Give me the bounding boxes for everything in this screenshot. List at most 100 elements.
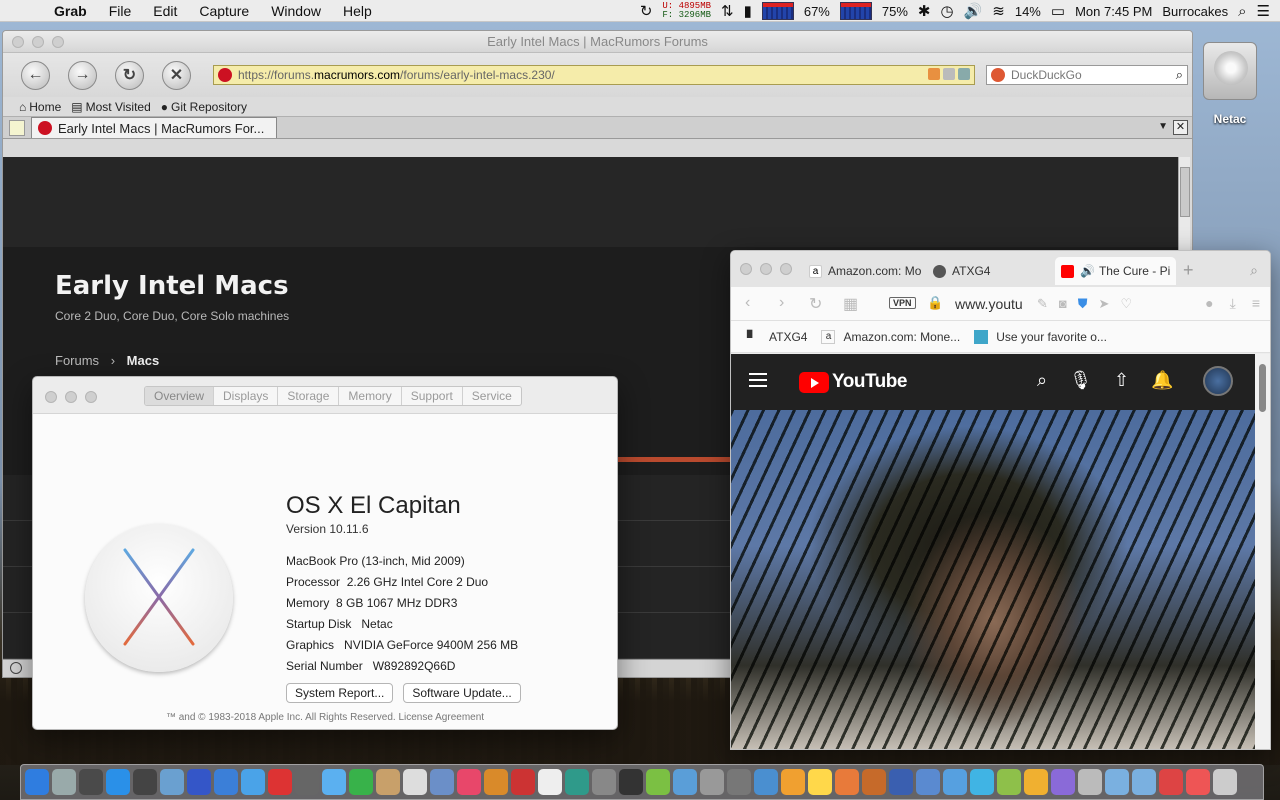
video-player[interactable] [731, 410, 1257, 749]
close-tab-icon[interactable]: ✕ [1173, 120, 1188, 135]
dock-app-icon[interactable] [430, 769, 454, 795]
cpu-graph-1-icon[interactable] [761, 2, 794, 20]
dock-app-icon[interactable] [52, 769, 76, 795]
close-button[interactable] [45, 391, 57, 403]
dock-app-icon[interactable] [160, 769, 184, 795]
network-arrows-icon[interactable]: ⇅ [721, 2, 734, 20]
zoom-button[interactable] [780, 263, 792, 275]
forward-icon[interactable]: › [779, 294, 784, 312]
browser-titlebar[interactable]: Early Intel Macs | MacRumors Forums [3, 31, 1192, 53]
download-icon[interactable]: ⤓ [1230, 295, 1236, 312]
dock-app-icon[interactable] [700, 769, 724, 795]
volume-icon[interactable]: 🔊 [964, 2, 983, 20]
back-button[interactable]: ← [21, 60, 50, 90]
dock-app-icon[interactable] [592, 769, 616, 795]
dock-app-icon[interactable] [835, 769, 859, 795]
dock-app-icon[interactable] [106, 769, 130, 795]
dock-app-icon[interactable] [376, 769, 400, 795]
sync-icon[interactable]: ↻ [640, 2, 653, 20]
search-input[interactable]: DuckDuckGo ⌕ [986, 65, 1188, 85]
menu-file[interactable]: File [109, 3, 132, 19]
dock-app-icon[interactable] [484, 769, 508, 795]
desktop-drive-netac[interactable]: Netac [1196, 42, 1264, 126]
dock-app-icon[interactable] [943, 769, 967, 795]
traffic-light-icon[interactable]: ▮ [744, 2, 752, 20]
zoom-button[interactable] [52, 36, 64, 48]
dock-app-icon[interactable] [1051, 769, 1075, 795]
edit-icon[interactable] [943, 68, 955, 80]
bookmark-amazon[interactable]: a Amazon.com: Mone... [821, 329, 960, 344]
dock-app-icon[interactable] [1159, 769, 1183, 795]
reload-button[interactable]: ↻ [115, 60, 144, 90]
menu-window[interactable]: Window [271, 3, 321, 19]
dock-app-icon[interactable] [187, 769, 211, 795]
dock-app-icon[interactable] [268, 769, 292, 795]
dock-app-icon[interactable] [349, 769, 373, 795]
tab-storage[interactable]: Storage [278, 387, 340, 405]
vpn-badge[interactable]: VPN [889, 297, 916, 309]
dock-app-icon[interactable] [1186, 769, 1210, 795]
dock-app-icon[interactable] [889, 769, 913, 795]
microphone-icon[interactable]: 🎙 [1069, 370, 1092, 391]
breadcrumb-macs[interactable]: Macs [127, 353, 160, 368]
url-bar[interactable]: https://forums.macrumors.com/forums/earl… [213, 65, 975, 85]
dock-app-icon[interactable] [538, 769, 562, 795]
search-icon[interactable]: ⌕ [1037, 370, 1047, 391]
dock-app-icon[interactable] [862, 769, 886, 795]
cpu-graph-2-icon[interactable] [839, 2, 872, 20]
dock-app-icon[interactable] [646, 769, 670, 795]
upload-icon[interactable]: ⇧ [1114, 370, 1129, 391]
scroll-thumb[interactable] [1180, 167, 1190, 217]
dock-app-icon[interactable] [1105, 769, 1129, 795]
search-icon[interactable]: ⌕ [1176, 67, 1183, 83]
back-icon[interactable]: ‹ [745, 294, 750, 312]
rss-icon[interactable] [928, 68, 940, 80]
dock-app-icon[interactable] [997, 769, 1021, 795]
menu-app-grab[interactable]: Grab [54, 3, 87, 19]
minimize-button[interactable] [32, 36, 44, 48]
dock-app-icon[interactable] [511, 769, 535, 795]
notification-center-icon[interactable]: ☰ [1257, 2, 1270, 20]
bookmark-use-favorite[interactable]: Use your favorite o... [974, 329, 1107, 344]
clock[interactable]: Mon 7:45 PM [1075, 4, 1152, 19]
system-report-button[interactable]: System Report... [286, 683, 394, 703]
dock-app-icon[interactable] [25, 769, 49, 795]
tab-support[interactable]: Support [402, 387, 463, 405]
dock-app-icon[interactable] [1132, 769, 1156, 795]
menu-edit[interactable]: Edit [153, 3, 177, 19]
tab-service[interactable]: Service [463, 387, 521, 405]
dock-app-icon[interactable] [727, 769, 751, 795]
duckduckgo-icon[interactable] [991, 68, 1005, 82]
shield-icon[interactable]: ⛊ [1078, 296, 1088, 312]
wifi-icon[interactable]: ≋ [992, 2, 1005, 20]
bookmark-home[interactable]: ⌂ Home [19, 100, 61, 114]
dock-app-icon[interactable] [754, 769, 778, 795]
time-machine-icon[interactable]: ◷ [940, 2, 953, 20]
dropdown-icon[interactable] [958, 68, 970, 80]
bell-icon[interactable]: 🔔 [1151, 370, 1173, 391]
dock-app-icon[interactable] [241, 769, 265, 795]
youtube-scrollbar[interactable] [1255, 354, 1270, 749]
tab-list-icon[interactable]: ▼ [1158, 121, 1168, 132]
tab-amazon[interactable]: a Amazon.com: Mo [809, 259, 921, 283]
account-icon[interactable]: ● [1205, 295, 1213, 312]
dock-app-icon[interactable] [1213, 769, 1237, 795]
spotlight-icon[interactable]: ⌕ [1238, 3, 1246, 20]
tab-overview[interactable]: Overview [145, 387, 215, 405]
dock-app-icon[interactable] [565, 769, 589, 795]
minimize-button[interactable] [760, 263, 772, 275]
menu-capture[interactable]: Capture [199, 3, 249, 19]
battery-icon[interactable]: ▭ [1051, 2, 1065, 20]
bookmark-atxg4[interactable]: ▘ ATXG4 [747, 330, 807, 346]
bookmark-git-repo[interactable]: ● Git Repository [161, 100, 247, 114]
dock-app-icon[interactable] [133, 769, 157, 795]
youtube-logo[interactable]: YouTube [799, 371, 907, 393]
dock-app-icon[interactable] [619, 769, 643, 795]
forward-button[interactable]: → [68, 60, 97, 90]
tab-macrumors[interactable]: Early Intel Macs | MacRumors For... [31, 117, 277, 138]
dock-app-icon[interactable] [1024, 769, 1048, 795]
breadcrumb-forums[interactable]: Forums [55, 353, 99, 368]
tab-memory[interactable]: Memory [339, 387, 402, 405]
dock-app-icon[interactable] [403, 769, 427, 795]
dock-app-icon[interactable] [79, 769, 103, 795]
